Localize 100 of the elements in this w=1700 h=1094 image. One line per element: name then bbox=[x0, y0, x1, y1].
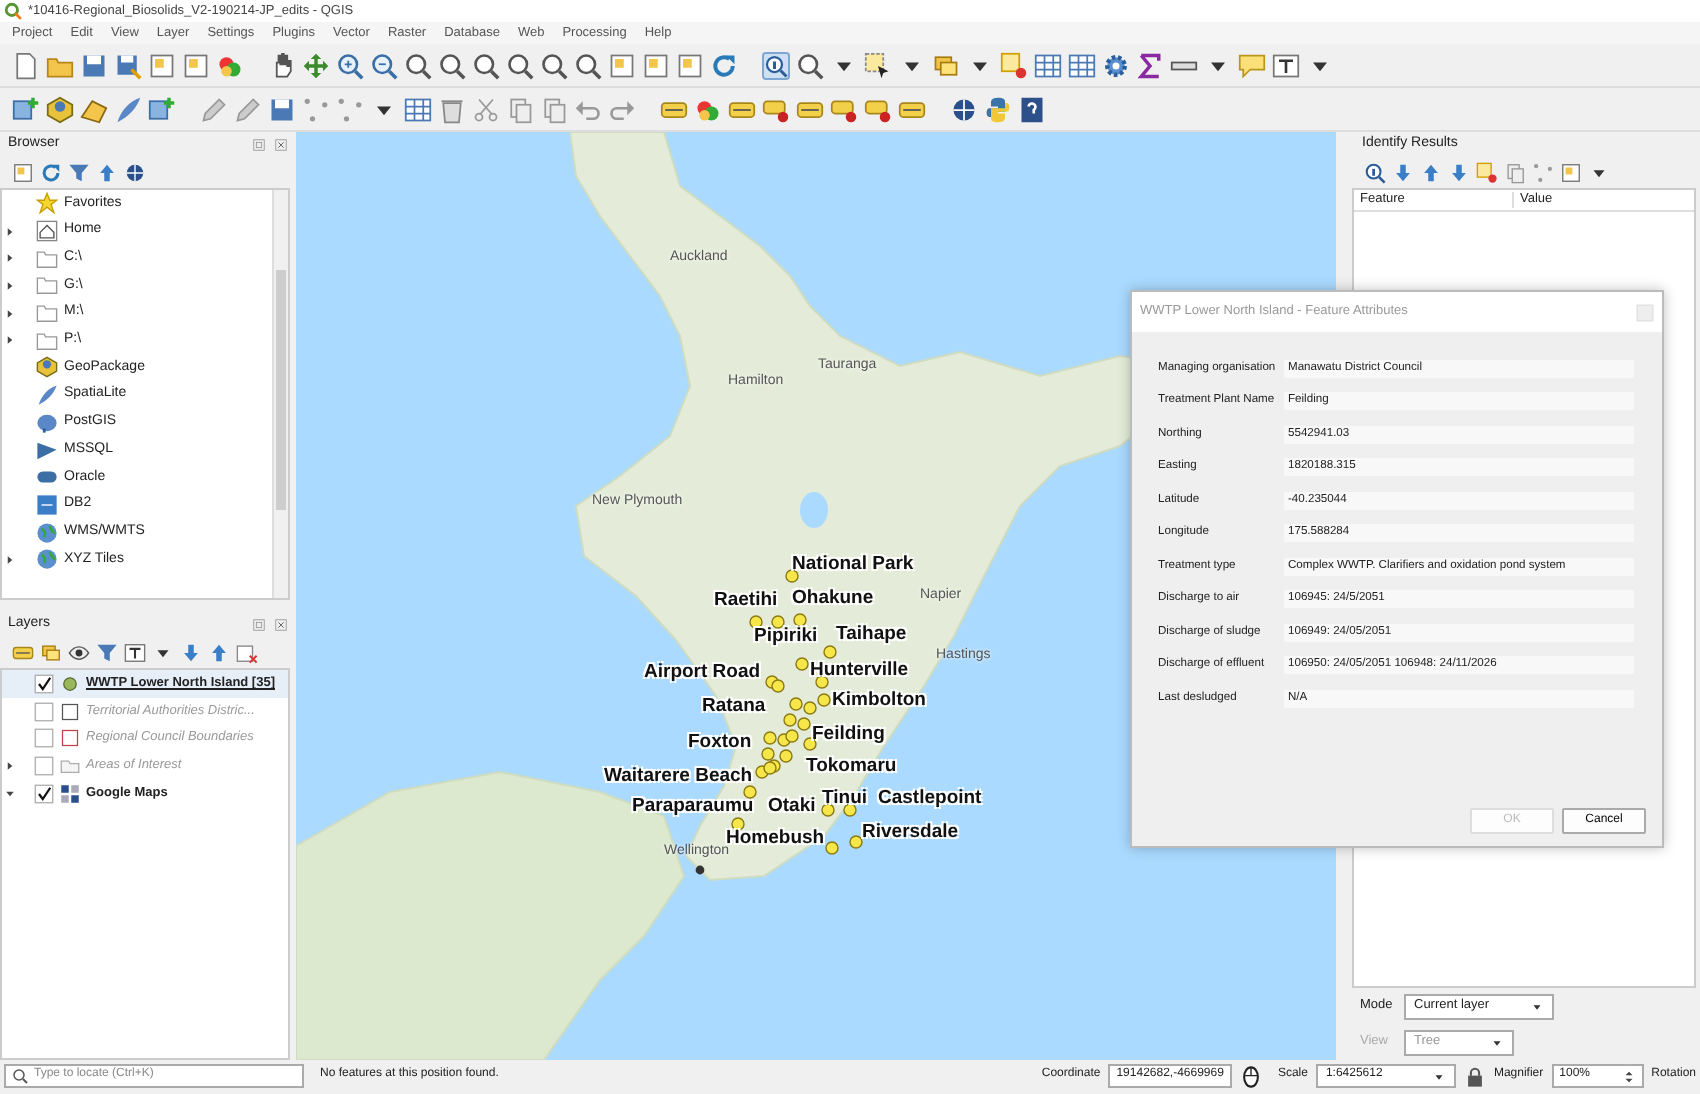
pan-arrows-icon[interactable] bbox=[302, 51, 330, 79]
copy-icon[interactable] bbox=[506, 95, 534, 123]
site-marker[interactable] bbox=[785, 569, 799, 583]
site-marker[interactable] bbox=[789, 697, 803, 711]
site-marker[interactable] bbox=[763, 761, 777, 775]
site-marker[interactable] bbox=[849, 835, 863, 849]
style-icon[interactable] bbox=[216, 51, 244, 79]
copy-icon[interactable] bbox=[540, 95, 568, 123]
label-icon[interactable] bbox=[762, 95, 790, 123]
checkbox[interactable] bbox=[34, 728, 54, 749]
expand-arrow-icon[interactable] bbox=[4, 553, 16, 566]
site-marker[interactable] bbox=[815, 675, 829, 689]
checkbox[interactable] bbox=[34, 755, 54, 776]
python-icon[interactable] bbox=[984, 95, 1012, 123]
site-marker[interactable] bbox=[823, 645, 837, 659]
help-icon[interactable] bbox=[1018, 95, 1046, 123]
vector-icon[interactable] bbox=[80, 95, 108, 123]
label-icon[interactable] bbox=[830, 95, 858, 123]
site-marker[interactable] bbox=[825, 841, 839, 855]
gear-icon[interactable] bbox=[1102, 51, 1130, 79]
site-marker[interactable] bbox=[761, 747, 775, 761]
site-marker[interactable] bbox=[785, 729, 799, 743]
expand-arrow-icon[interactable] bbox=[4, 225, 16, 238]
site-marker[interactable] bbox=[743, 785, 757, 799]
filter-icon[interactable] bbox=[96, 641, 118, 663]
zoom-in-icon[interactable] bbox=[336, 51, 364, 79]
vertex-icon[interactable] bbox=[302, 95, 330, 123]
site-marker[interactable] bbox=[843, 803, 857, 817]
site-marker[interactable] bbox=[803, 737, 817, 751]
zoom-icon[interactable] bbox=[438, 51, 466, 79]
trash-icon[interactable] bbox=[438, 95, 466, 123]
copy-icon[interactable] bbox=[1504, 161, 1526, 183]
site-marker[interactable] bbox=[793, 613, 807, 627]
mouse-icon[interactable] bbox=[1239, 1065, 1262, 1087]
checkbox[interactable] bbox=[34, 783, 54, 804]
zoom-icon[interactable] bbox=[506, 51, 534, 79]
site-marker[interactable] bbox=[797, 717, 811, 731]
table-icon[interactable] bbox=[404, 95, 432, 123]
filter-icon[interactable] bbox=[68, 161, 90, 183]
zoom-icon[interactable] bbox=[574, 51, 602, 79]
identify-icon[interactable] bbox=[762, 51, 790, 79]
collapse-icon[interactable] bbox=[1420, 161, 1442, 183]
scissors-icon[interactable] bbox=[472, 95, 500, 123]
site-marker[interactable] bbox=[779, 749, 793, 763]
new-document-icon[interactable] bbox=[12, 51, 40, 79]
site-marker[interactable] bbox=[795, 657, 809, 671]
remove-layer-icon[interactable] bbox=[236, 641, 258, 663]
site-marker[interactable] bbox=[817, 693, 831, 707]
text-annotation-icon[interactable] bbox=[1272, 51, 1300, 79]
collapse-icon[interactable] bbox=[208, 641, 230, 663]
save-as-icon[interactable] bbox=[114, 51, 142, 79]
lock-icon[interactable] bbox=[1463, 1065, 1486, 1087]
refresh-icon[interactable] bbox=[40, 161, 62, 183]
paint-icon[interactable] bbox=[12, 641, 34, 663]
site-marker[interactable] bbox=[771, 679, 785, 693]
site-marker[interactable] bbox=[803, 701, 817, 715]
expand-new-icon[interactable] bbox=[1448, 161, 1470, 183]
globe-icon[interactable] bbox=[950, 95, 978, 123]
site-marker[interactable] bbox=[749, 615, 763, 629]
close-icon[interactable] bbox=[274, 137, 288, 151]
expand-icon[interactable] bbox=[1392, 161, 1414, 183]
new-layer-icon[interactable] bbox=[12, 95, 40, 123]
attribute-table-icon[interactable] bbox=[1034, 51, 1062, 79]
sigma-icon[interactable] bbox=[1136, 51, 1164, 79]
identify-icon[interactable] bbox=[1364, 161, 1386, 183]
label-icon[interactable] bbox=[864, 95, 892, 123]
collapse-icon[interactable] bbox=[96, 161, 118, 183]
expand-icon[interactable] bbox=[180, 641, 202, 663]
checkbox[interactable] bbox=[34, 701, 54, 722]
site-marker[interactable] bbox=[731, 817, 745, 831]
pencil-icon[interactable] bbox=[200, 95, 228, 123]
expand-arrow-icon[interactable] bbox=[4, 759, 16, 772]
save-icon[interactable] bbox=[80, 51, 108, 79]
feather-icon[interactable] bbox=[114, 95, 142, 123]
save-icon[interactable] bbox=[268, 95, 296, 123]
select-icon[interactable] bbox=[864, 51, 892, 79]
refresh-icon[interactable] bbox=[710, 51, 738, 79]
layer-icon[interactable] bbox=[148, 95, 176, 123]
zoom-icon[interactable] bbox=[404, 51, 432, 79]
geopackage-icon[interactable] bbox=[46, 95, 74, 123]
magnify-icon[interactable] bbox=[796, 51, 824, 79]
caret-icon[interactable] bbox=[1431, 1069, 1446, 1083]
zoom-icon[interactable] bbox=[472, 51, 500, 79]
checkbox[interactable] bbox=[34, 673, 54, 694]
expand-arrow-icon[interactable] bbox=[4, 307, 16, 320]
eye-icon[interactable] bbox=[68, 641, 90, 663]
pencil-icon[interactable] bbox=[234, 95, 262, 123]
expand-arrow-icon[interactable] bbox=[4, 334, 16, 347]
caret-icon[interactable] bbox=[1530, 999, 1544, 1013]
layout-icon[interactable] bbox=[608, 51, 636, 79]
spin-arrows-icon[interactable] bbox=[1621, 1067, 1636, 1085]
zoom-icon[interactable] bbox=[540, 51, 568, 79]
layout-icon[interactable] bbox=[148, 51, 176, 79]
deselect-icon[interactable] bbox=[1000, 51, 1028, 79]
expand-arrow-icon[interactable] bbox=[4, 279, 16, 292]
layout-icon[interactable] bbox=[182, 51, 210, 79]
deselect-icon[interactable] bbox=[1476, 161, 1498, 183]
site-marker[interactable] bbox=[783, 713, 797, 727]
collapse-arrow-icon[interactable] bbox=[4, 787, 16, 800]
scrollbar[interactable] bbox=[272, 190, 288, 598]
